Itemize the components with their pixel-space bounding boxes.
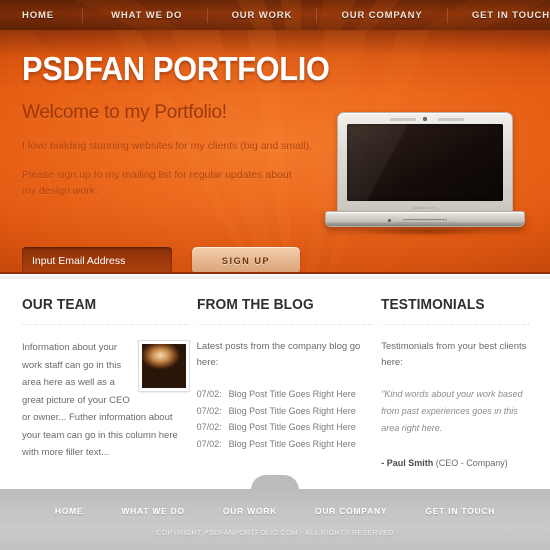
footer-arch-decoration [251,475,299,490]
nav-separator [206,7,208,23]
nav-separator [446,7,448,23]
footer-item-get-in-touch[interactable]: GET IN TOUCH [425,506,495,516]
blog-post-title-link[interactable]: Blog Post Title Goes Right Here [229,386,356,403]
blog-post-title-link[interactable]: Blog Post Title Goes Right Here [229,436,356,453]
footer-item-our-company[interactable]: OUR COMPANY [315,506,387,516]
hero-welcome-heading: Welcome to my Portfolio! [22,102,227,123]
footer-navigation: HOME WHAT WE DO OUR WORK OUR COMPANY GET… [0,489,550,516]
blog-post-title-link[interactable]: Blog Post Title Goes Right Here [229,419,356,436]
testimonials-intro-text: Testimonials from your best clients here… [381,341,527,368]
nav-item-our-company[interactable]: OUR COMPANY [342,10,423,21]
site-logo-title: PSDFAN PORTFOLIO [22,50,330,87]
nav-item-home[interactable]: HOME [22,10,54,21]
column-testimonials: TESTIMONIALS Testimonials from your best… [381,297,530,475]
footer-item-home[interactable]: HOME [55,506,84,516]
hero-text-block: PSDFAN PORTFOLIO Welcome to my Portfolio… [22,50,330,199]
section-divider-dotted [196,324,374,325]
section-divider-dotted [22,324,189,325]
copyright-text: COPYRIGHT PSDFANPORTFOLIO.COM - ALL RIGH… [156,530,394,537]
footer-region: HOME WHAT WE DO OUR WORK OUR COMPANY GET… [0,475,550,550]
page-root: HOME WHAT WE DO OUR WORK OUR COMPANY GET… [0,0,550,550]
our-team-heading: OUR TEAM [22,297,97,313]
blog-post-list: 07/02: Blog Post Title Goes Right Here 0… [197,386,374,452]
testimonial-author-role: (CEO - Company) [433,458,508,468]
our-team-body: Information about your work staff can go… [22,339,189,462]
blog-post-row[interactable]: 07/02: Blog Post Title Goes Right Here [197,436,374,453]
nav-separator [82,7,83,23]
blog-post-date: 07/02: [196,389,222,399]
from-the-blog-heading: FROM THE BLOG [196,297,314,313]
nav-separator [316,7,318,23]
testimonials-body: Testimonials from your best clients here… [381,339,530,473]
testimonials-heading: TESTIMONIALS [381,297,485,313]
blog-post-date: 07/02: [196,405,222,416]
laptop-illustration: MacBook Pro [325,112,525,238]
column-our-team: OUR TEAM Information about your work sta… [22,297,189,475]
sign-up-button[interactable]: SIGN UP [192,247,300,272]
testimonial-quote: "Kind words about your work based from p… [381,389,523,433]
our-team-text-1: Information about your work staff can go… [22,342,130,423]
blog-post-title-link[interactable]: Blog Post Title Goes Right Here [229,403,356,420]
laptop-screen [347,124,503,201]
section-divider-dotted [381,324,530,325]
laptop-model-label: MacBook Pro [413,206,437,210]
column-from-the-blog: FROM THE BLOG Latest posts from the comp… [196,297,374,475]
blog-post-row[interactable]: 07/02: Blog Post Title Goes Right Here [197,403,374,420]
testimonial-author-name: - Paul Smith [381,458,434,468]
footer-item-what-we-do[interactable]: WHAT WE DO [121,506,185,516]
testimonial-attribution: - Paul Smith (CEO - Company) [381,455,530,473]
nav-item-get-in-touch[interactable]: GET IN TOUCH [472,10,550,21]
hero-paragraph-1: I love building stunning websites for my… [22,140,313,152]
content-columns: OUR TEAM Information about your work sta… [0,279,550,475]
laptop-camera-icon [423,117,427,121]
signup-form: SIGN UP [22,247,300,272]
screen-glare [347,124,503,201]
hero-banner: PSDFAN PORTFOLIO Welcome to my Portfolio… [0,30,550,274]
laptop-base-edge [326,222,524,226]
blog-post-date: 07/02: [196,438,222,449]
blog-post-date: 07/02: [196,422,222,432]
nav-item-what-we-do[interactable]: WHAT WE DO [111,10,182,21]
blog-post-row[interactable]: 07/02: Blog Post Title Goes Right Here [197,419,374,436]
email-input[interactable] [22,247,172,272]
hero-paragraph-2: Please sign up to my mailing list for re… [22,169,292,197]
nav-item-our-work[interactable]: OUR WORK [232,10,293,21]
laptop-base [325,211,525,227]
blog-intro-text: Latest posts from the company blog go he… [196,341,361,368]
blog-body: Latest posts from the company blog go he… [197,339,374,452]
team-photo [138,341,189,391]
top-navigation-bar: HOME WHAT WE DO OUR WORK OUR COMPANY GET… [0,0,550,30]
footer-item-our-work[interactable]: OUR WORK [223,506,277,516]
footer-bar: HOME WHAT WE DO OUR WORK OUR COMPANY GET… [0,489,550,550]
blog-post-row[interactable]: 07/02: Blog Post Title Goes Right Here [197,386,374,403]
laptop-lid: MacBook Pro [337,112,513,213]
